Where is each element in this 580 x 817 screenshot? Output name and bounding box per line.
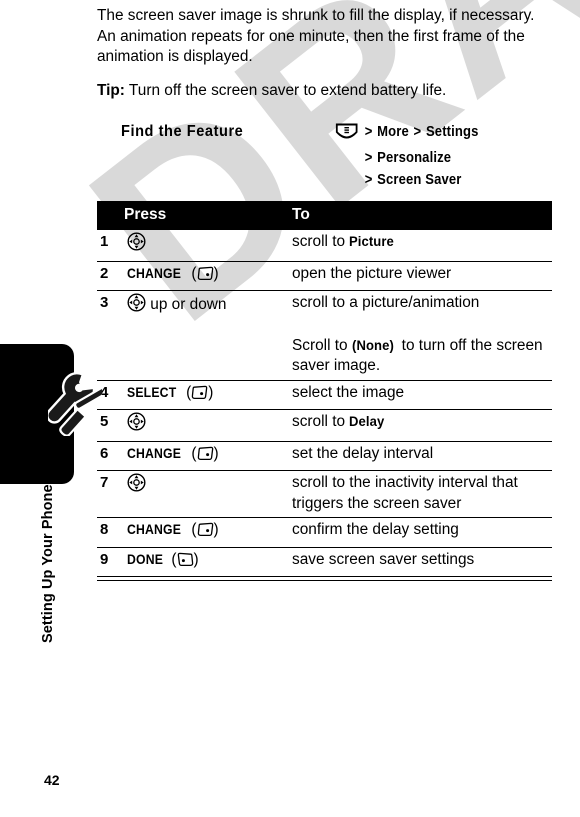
paren-close: ) xyxy=(213,264,219,282)
table-bottom-rule xyxy=(97,576,552,578)
step-press xyxy=(124,322,292,381)
step-number: 7 xyxy=(97,470,124,518)
softkey-label[interactable]: DONE xyxy=(127,550,163,571)
step-press xyxy=(124,230,292,261)
step-description: Scroll to (None) to turn off the screen … xyxy=(292,322,552,381)
menu-path-item-settings[interactable]: Settings xyxy=(426,124,479,140)
nav-key-icon xyxy=(127,232,146,258)
step-number: 6 xyxy=(97,440,124,471)
table-row: 4 SELECT () select the image xyxy=(97,379,552,410)
table-row: 5 scroll to Delay xyxy=(97,409,552,442)
step-text-bold: (None) xyxy=(351,337,394,354)
press-extra-text: up or down xyxy=(146,296,227,314)
step-description: save screen saver settings xyxy=(292,546,552,577)
table-row: 2 CHANGE () open the picture viewer xyxy=(97,260,552,291)
tip-paragraph: Tip: Turn off the screen saver to extend… xyxy=(97,68,552,102)
menu-path-line-1: > More > Settings xyxy=(335,121,560,147)
paren-close: ) xyxy=(213,521,219,539)
step-press xyxy=(124,470,292,518)
step-text-bold: Delay xyxy=(349,414,385,431)
step-text-prefix: scroll to xyxy=(292,233,350,251)
step-press: CHANGE () xyxy=(124,440,292,471)
menu-key-icon xyxy=(335,123,358,147)
column-header-press: Press xyxy=(124,201,292,231)
softkey-label[interactable]: CHANGE xyxy=(127,520,181,541)
menu-path-line-2: > Personalize xyxy=(335,147,560,170)
table-row: 7 scroll to the inactivity interval that… xyxy=(97,470,552,518)
step-press: up or down xyxy=(124,290,292,322)
left-softkey-icon xyxy=(197,266,214,288)
step-number: 2 xyxy=(97,260,124,291)
step-text-prefix: Scroll to xyxy=(292,336,352,354)
steps-table: Press To 1 scroll to Picture 2 CHANGE (… xyxy=(97,201,552,577)
step-press: CHANGE () xyxy=(124,517,292,548)
nav-key-icon xyxy=(127,473,146,499)
menu-path-item-personalize[interactable]: Personalize xyxy=(377,150,451,166)
left-softkey-icon xyxy=(197,522,214,544)
step-number: 9 xyxy=(97,546,124,577)
table-row-continuation: Scroll to (None) to turn off the screen … xyxy=(97,322,552,381)
step-description: confirm the delay setting xyxy=(292,517,552,548)
table-row: 6 CHANGE () set the delay interval xyxy=(97,440,552,471)
menu-path-sep-4: > xyxy=(364,172,373,189)
table-header-row: Press To xyxy=(97,201,552,231)
find-the-feature-title: Find the Feature xyxy=(121,123,244,141)
intro-paragraph: The screen saver image is shrunk to fill… xyxy=(97,7,535,66)
column-header-to: To xyxy=(292,201,552,231)
step-description: select the image xyxy=(292,379,552,410)
step-press: CHANGE () xyxy=(124,260,292,291)
step-description: scroll to a picture/animation xyxy=(292,290,552,322)
table-row: 8 CHANGE () confirm the delay setting xyxy=(97,517,552,548)
column-header-number xyxy=(97,201,124,231)
page-number: 42 xyxy=(44,772,60,788)
step-description: set the delay interval xyxy=(292,440,552,471)
right-softkey-icon xyxy=(177,552,194,574)
menu-path-item-screen-saver[interactable]: Screen Saver xyxy=(377,172,461,188)
tip-label: Tip: xyxy=(97,81,125,99)
step-description: scroll to the inactivity interval that t… xyxy=(292,470,552,518)
tip-text: Turn off the screen saver to extend batt… xyxy=(124,81,447,99)
menu-path-item-more[interactable]: More xyxy=(377,124,409,140)
menu-path-sep-1: > xyxy=(364,124,373,141)
menu-path-sep-3: > xyxy=(364,149,373,166)
table-row: 9 DONE () save screen saver settings xyxy=(97,546,552,577)
nav-key-icon xyxy=(127,293,146,319)
softkey-label[interactable]: CHANGE xyxy=(127,444,181,465)
table-row: 1 scroll to Picture xyxy=(97,230,552,261)
softkey-label[interactable]: CHANGE xyxy=(127,264,181,285)
step-number: 3 xyxy=(97,290,124,322)
step-press xyxy=(124,409,292,442)
menu-path-sep-2: > xyxy=(413,124,422,141)
step-description: scroll to Picture xyxy=(292,230,552,261)
softkey-label[interactable]: SELECT xyxy=(127,383,176,404)
table-bottom-rule-second xyxy=(97,580,552,582)
find-the-feature-section: Find the Feature > More > Settings > Per… xyxy=(97,123,580,195)
wrench-tool-icon xyxy=(46,370,108,437)
paren-close: ) xyxy=(193,550,199,568)
step-description: open the picture viewer xyxy=(292,260,552,291)
step-number: 8 xyxy=(97,517,124,548)
steps-table-body: 1 scroll to Picture 2 CHANGE () open th… xyxy=(97,230,552,577)
menu-path: > More > Settings > Personalize > Screen… xyxy=(335,121,580,192)
table-row: 3 up or down scroll to a picture/animati… xyxy=(97,290,552,322)
paren-close: ) xyxy=(213,444,219,462)
step-text-prefix: scroll to xyxy=(292,413,350,431)
step-description: scroll to Delay xyxy=(292,409,552,442)
steps-table-header: Press To xyxy=(97,201,552,231)
step-press: SELECT () xyxy=(124,379,292,410)
menu-path-line-3: > Screen Saver xyxy=(335,169,560,192)
step-press: DONE () xyxy=(124,546,292,577)
page-content: The screen saver image is shrunk to fill… xyxy=(97,0,580,582)
nav-key-icon xyxy=(127,412,146,438)
step-text-bold: Picture xyxy=(349,234,395,251)
left-softkey-icon xyxy=(191,385,208,407)
chapter-label: Setting Up Your Phone xyxy=(40,484,56,643)
step-number: 1 xyxy=(100,233,109,251)
paren-close: ) xyxy=(208,383,214,401)
left-softkey-icon xyxy=(197,446,214,468)
